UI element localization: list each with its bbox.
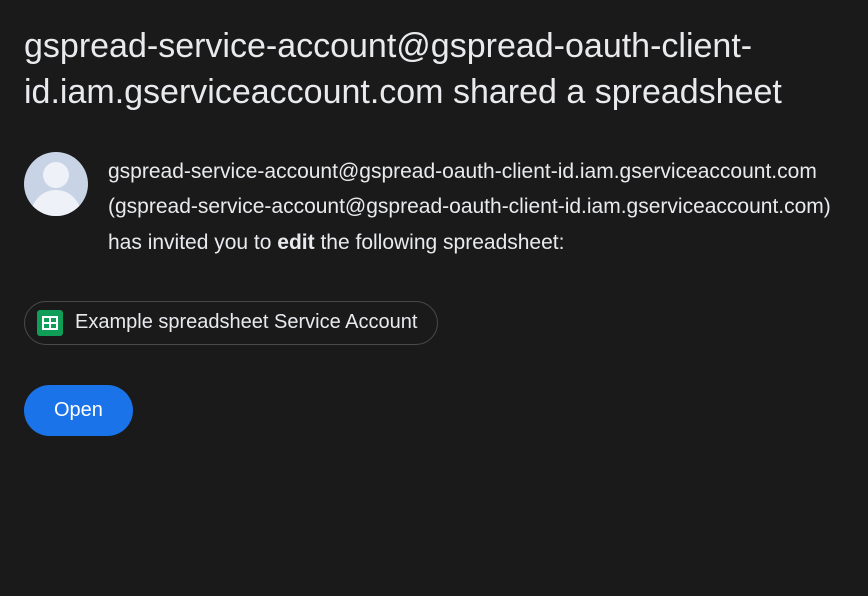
spreadsheet-chip[interactable]: Example spreadsheet Service Account <box>24 301 438 345</box>
message-row: gspread-service-account@gspread-oauth-cl… <box>24 152 844 261</box>
avatar-silhouette-head <box>43 162 69 188</box>
message-text-part2: the following spreadsheet: <box>315 231 565 254</box>
invitation-message: gspread-service-account@gspread-oauth-cl… <box>108 152 844 261</box>
google-sheets-icon <box>37 310 63 336</box>
notification-title: gspread-service-account@gspread-oauth-cl… <box>24 24 844 116</box>
message-text-bold: edit <box>277 231 314 254</box>
spreadsheet-name: Example spreadsheet Service Account <box>75 311 417 334</box>
avatar <box>24 152 88 216</box>
avatar-silhouette-body <box>31 190 81 216</box>
open-button[interactable]: Open <box>24 385 133 436</box>
